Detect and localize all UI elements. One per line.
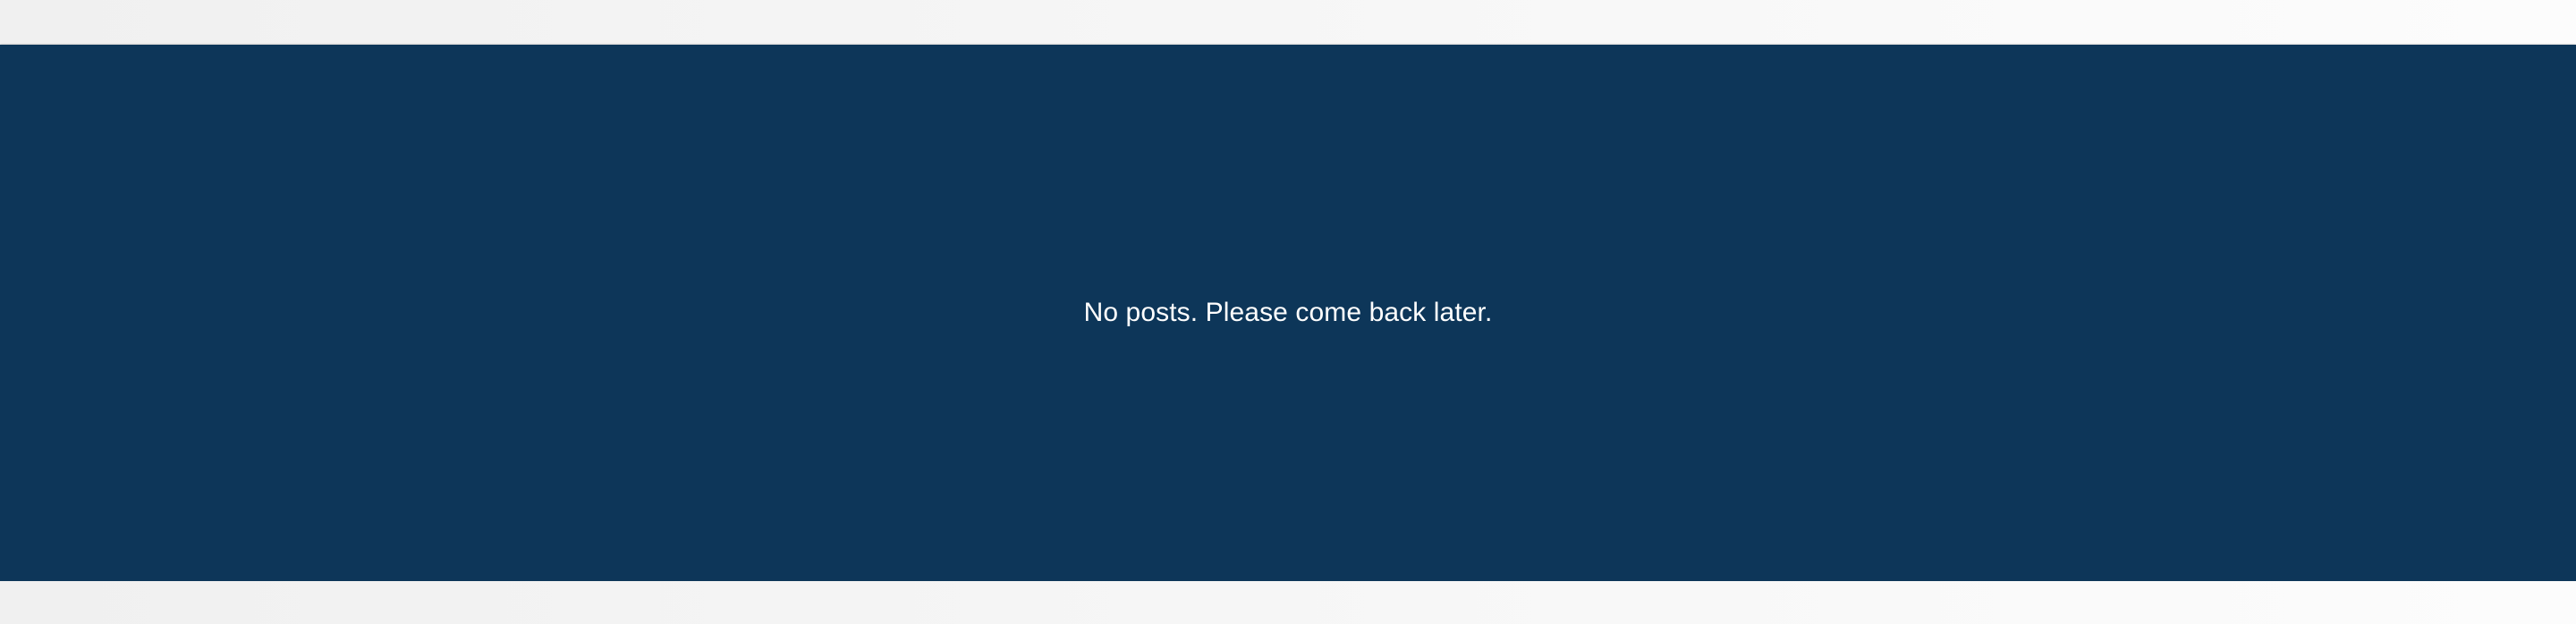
posts-empty-state-panel: No posts. Please come back later. [0,45,2576,581]
no-posts-message: No posts. Please come back later. [1083,298,1493,327]
page-bottom-background [0,581,2576,624]
page-top-background [0,0,2576,45]
